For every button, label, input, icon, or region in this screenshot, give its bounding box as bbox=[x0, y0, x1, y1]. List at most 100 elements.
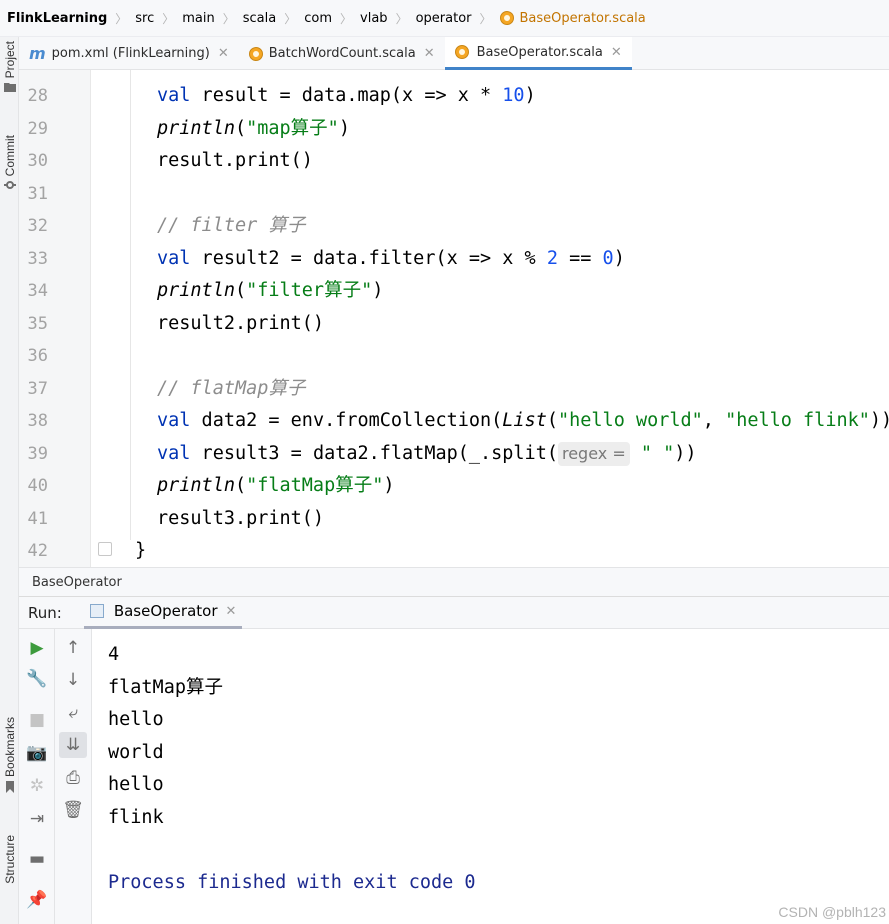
code-line-40: println("flatMap算子") bbox=[157, 475, 395, 496]
breadcrumb-separator-icon: 〉 bbox=[284, 11, 297, 26]
run-tab-base-operator[interactable]: BaseOperator ✕ bbox=[83, 596, 243, 629]
scala-object-icon bbox=[248, 46, 263, 61]
console-line: flatMap算子 bbox=[108, 676, 223, 698]
breadcrumb-operator[interactable]: operator bbox=[416, 11, 472, 26]
bookmarks-tool-label: Bookmarks bbox=[2, 717, 17, 778]
navigation-breadcrumb: FlinkLearning 〉 src 〉 main 〉 scala 〉 com… bbox=[0, 0, 889, 37]
breadcrumb-separator-icon: 〉 bbox=[479, 11, 492, 26]
scala-object-icon bbox=[454, 45, 469, 59]
structure-tool-button[interactable]: Structure bbox=[0, 835, 19, 884]
code-line-39: val result3 = data2.flatMap(_.split(rege… bbox=[157, 441, 697, 466]
trash-icon[interactable]: 🗑 bbox=[55, 797, 91, 823]
commit-tool-label: Commit bbox=[2, 135, 17, 177]
console-line: flink bbox=[108, 806, 164, 828]
code-line-34: println("filter算子") bbox=[157, 280, 384, 301]
code-line-32: // filter 算子 bbox=[157, 215, 306, 236]
line-number: 39 bbox=[27, 443, 48, 464]
pin-icon[interactable]: 📌 bbox=[19, 887, 55, 913]
breadcrumb-separator-icon: 〉 bbox=[162, 11, 175, 26]
breadcrumb-src[interactable]: src bbox=[135, 11, 154, 26]
code-line-41: result3.print() bbox=[157, 507, 325, 529]
line-number: 37 bbox=[27, 378, 48, 399]
folder-icon bbox=[3, 83, 16, 93]
line-number-gutter: 28 29 30 31 32 33 34 35 36 37 38 39 40 4… bbox=[19, 70, 91, 567]
code-line-33: val result2 = data.filter(x => x % 2 == … bbox=[157, 247, 625, 269]
close-icon[interactable]: ✕ bbox=[218, 46, 229, 61]
breadcrumb-separator-icon: 〉 bbox=[395, 11, 408, 26]
breadcrumb-separator-icon: 〉 bbox=[340, 11, 353, 26]
line-number: 31 bbox=[27, 183, 48, 204]
print-icon[interactable]: ⎙ bbox=[55, 765, 91, 791]
breadcrumb-separator-icon: 〉 bbox=[222, 11, 235, 26]
editor-breadcrumb[interactable]: BaseOperator bbox=[19, 567, 889, 596]
exit-icon[interactable]: ⇥ bbox=[19, 806, 55, 832]
line-number: 35 bbox=[27, 313, 48, 334]
line-number: 41 bbox=[27, 508, 48, 529]
console-line: world bbox=[108, 741, 164, 763]
bookmarks-tool-button[interactable]: Bookmarks bbox=[0, 717, 19, 794]
line-number: 33 bbox=[27, 248, 48, 269]
breadcrumb-separator-icon: 〉 bbox=[115, 11, 128, 26]
run-toolbar-primary: ▶ 🔧 ■ 📷 ✲ ⇥ ▬ 📌 bbox=[19, 629, 55, 924]
commit-tool-button[interactable]: Commit bbox=[0, 135, 19, 190]
breadcrumb-vlab[interactable]: vlab bbox=[360, 11, 388, 26]
line-number: 34 bbox=[27, 281, 48, 301]
breadcrumb-com[interactable]: com bbox=[304, 11, 332, 26]
tab-label: pom.xml (FlinkLearning) bbox=[51, 46, 210, 61]
console-line: hello bbox=[108, 774, 164, 795]
tab-label: BaseOperator.scala bbox=[476, 44, 603, 60]
code-line-28: val result = data.map(x => x * 10) bbox=[157, 85, 536, 106]
run-tool-window-header: Run: BaseOperator ✕ bbox=[19, 596, 889, 629]
close-icon[interactable]: ✕ bbox=[424, 46, 435, 61]
close-icon[interactable]: ✕ bbox=[226, 604, 237, 619]
maven-icon: m bbox=[29, 44, 46, 63]
console-output[interactable]: 4 flatMap算子 hello world hello flink Proc… bbox=[92, 629, 889, 924]
tab-batch-word-count[interactable]: BatchWordCount.scala ✕ bbox=[239, 37, 445, 70]
breadcrumb-file[interactable]: BaseOperator.scala bbox=[520, 11, 646, 26]
arrow-down-icon[interactable]: ↓ bbox=[55, 667, 91, 693]
breadcrumb-main[interactable]: main bbox=[182, 11, 214, 26]
code-line-42: } bbox=[135, 540, 147, 561]
code-line-38: val data2 = env.fromCollection(List("hel… bbox=[157, 410, 889, 431]
code-line-30: result.print() bbox=[157, 150, 313, 171]
line-number: 38 bbox=[27, 411, 48, 431]
debug-icon[interactable]: ✲ bbox=[19, 773, 55, 799]
console-line: hello bbox=[108, 709, 164, 730]
line-number: 36 bbox=[27, 346, 48, 366]
process-exit-message: Process finished with exit code 0 bbox=[108, 871, 476, 893]
code-line-35: result2.print() bbox=[157, 312, 325, 334]
stop-icon[interactable]: ■ bbox=[19, 707, 55, 733]
run-label: Run: bbox=[28, 603, 62, 622]
camera-icon[interactable]: 📷 bbox=[19, 740, 55, 766]
tab-label: BatchWordCount.scala bbox=[268, 46, 416, 61]
line-number: 29 bbox=[27, 118, 48, 139]
scroll-to-end-icon[interactable]: ⇊ bbox=[59, 732, 87, 758]
code-editor[interactable]: 28 29 30 31 32 33 34 35 36 37 38 39 40 4… bbox=[19, 70, 889, 567]
rerun-icon[interactable]: ▶ bbox=[19, 635, 55, 661]
line-number: 28 bbox=[27, 86, 48, 106]
layout-icon[interactable]: ▬ bbox=[19, 846, 55, 872]
code-area: val result = data.map(x => x * 10) print… bbox=[91, 70, 889, 567]
watermark: CSDN @pblh123 bbox=[778, 904, 886, 920]
tab-base-operator[interactable]: BaseOperator.scala ✕ bbox=[444, 37, 632, 70]
tab-pom-xml[interactable]: m pom.xml (FlinkLearning) ✕ bbox=[19, 37, 239, 70]
breadcrumb-project[interactable]: FlinkLearning bbox=[7, 11, 107, 26]
run-toolbar-secondary: ↑ ↓ ⤶ ⇊ ⎙ 🗑 bbox=[55, 629, 92, 924]
soft-wrap-icon[interactable]: ⤶ bbox=[55, 700, 91, 726]
project-tool-label: Project bbox=[2, 41, 17, 79]
parameter-hint: regex = bbox=[557, 441, 630, 466]
run-tab-label: BaseOperator bbox=[113, 602, 218, 620]
left-tool-stripe: Project Commit Bookmarks Structure bbox=[0, 37, 19, 924]
breadcrumb-scala[interactable]: scala bbox=[243, 11, 276, 26]
editor-tab-bar: m pom.xml (FlinkLearning) ✕ BatchWordCou… bbox=[19, 37, 889, 70]
line-number: 40 bbox=[27, 476, 48, 496]
console-line: 4 bbox=[108, 644, 120, 665]
run-config-icon bbox=[89, 604, 104, 618]
project-tool-button[interactable]: Project bbox=[0, 41, 19, 93]
wrench-icon[interactable]: 🔧 bbox=[19, 666, 55, 692]
scala-object-icon bbox=[499, 11, 514, 25]
code-line-37: // flatMap算子 bbox=[157, 377, 306, 399]
line-number: 42 bbox=[27, 541, 48, 561]
close-icon[interactable]: ✕ bbox=[611, 45, 622, 60]
arrow-up-icon[interactable]: ↑ bbox=[55, 635, 91, 661]
